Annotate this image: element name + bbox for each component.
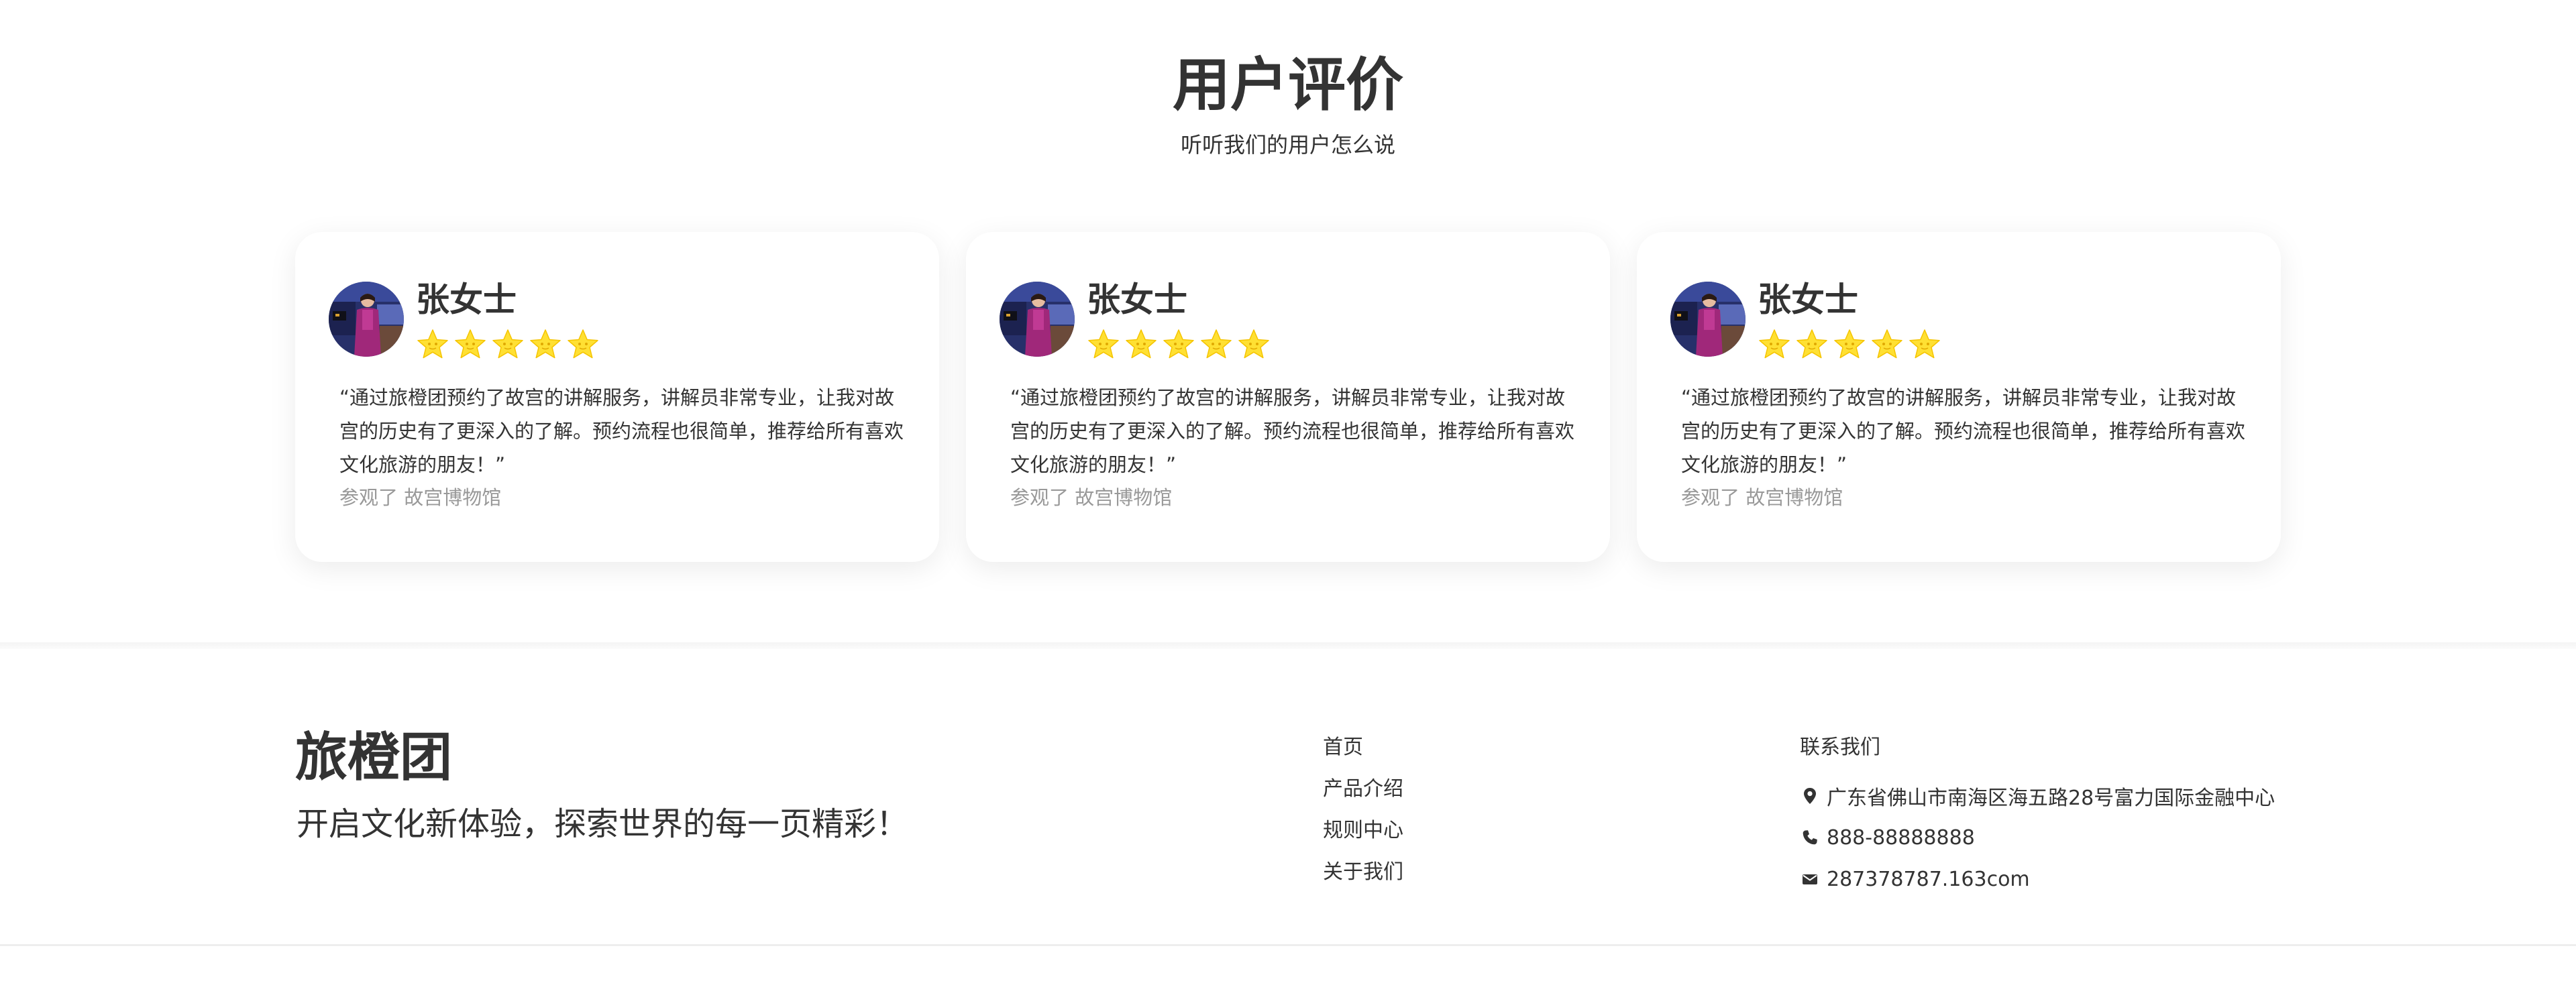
contact-heading: 联系我们 [1800,736,1880,759]
star-icon [1126,329,1157,359]
star-icon [1909,329,1940,359]
star-icon [1163,329,1194,359]
star-icon [1872,329,1902,359]
phone-icon [1803,830,1817,845]
star-icon [492,329,523,359]
map-pin-icon [1804,788,1816,804]
brand-name: 旅橙团 [295,728,453,788]
reviews-section: 用户评价 听听我们的用户怎么说 张女士 “通过旅橙团预约了故宫的讲解服务，讲解员… [0,0,2576,642]
reviewer-name: 张女士 [1758,280,1858,319]
review-text: “通过旅橙团预约了故宫的讲解服务，讲解员非常专业，让我对故宫的历史有了更深入的了… [1681,386,2246,476]
review-text: “通过旅橙团预约了故宫的讲解服务，讲解员非常专业，让我对故宫的历史有了更深入的了… [339,386,904,476]
section-subtitle: 听听我们的用户怎么说 [1180,132,1395,158]
envelope-icon [1803,874,1817,884]
star-icon [1796,329,1827,359]
contact-address: 广东省佛山市南海区海五路28号富力国际金融中心 [1800,775,2275,817]
contact-phone: 888-88888888 [1800,817,2275,858]
address-text: 广东省佛山市南海区海五路28号富力国际金融中心 [1827,787,2275,810]
star-icon [568,329,598,359]
phone-text: 888-88888888 [1827,825,1975,850]
section-title: 用户评价 [1173,52,1403,119]
reviewer-name: 张女士 [1087,280,1187,319]
avatar [329,282,404,357]
footer-nav: 首页 产品介绍 规则中心 关于我们 [1323,734,1403,900]
star-rating [1087,328,1271,365]
footer-bottom-strip [0,946,2576,981]
star-icon [1088,329,1119,359]
avatar [1000,282,1075,357]
footer-link-about[interactable]: 关于我们 [1323,858,1403,900]
reviewer-name: 张女士 [416,280,517,319]
review-card: 张女士 “通过旅橙团预约了故宫的讲解服务，讲解员非常专业，让我对故宫的历史有了更… [295,232,939,562]
section-divider [0,642,2576,649]
contact-info: 联系我们 广东省佛山市南海区海五路28号富力国际金融中心 888-8888888… [1800,734,2275,900]
contact-email: 287378787.163com [1800,858,2275,900]
star-icon [1201,329,1232,359]
footer-link-home[interactable]: 首页 [1323,734,1403,775]
email-text: 287378787.163com [1827,867,2030,891]
review-card: 张女士 “通过旅橙团预约了故宫的讲解服务，讲解员非常专业，让我对故宫的历史有了更… [966,232,1610,562]
brand-slogan: 开启文化新体验，探索世界的每一页精彩！ [297,805,909,843]
star-icon [417,329,448,359]
footer: 旅橙团 开启文化新体验，探索世界的每一页精彩！ 首页 产品介绍 规则中心 关于我… [0,649,2576,944]
star-icon [1238,329,1269,359]
footer-link-products[interactable]: 产品介绍 [1323,775,1403,817]
star-rating [1758,328,1941,365]
review-text: “通过旅橙团预约了故宫的讲解服务，讲解员非常专业，让我对故宫的历史有了更深入的了… [1010,386,1575,476]
star-icon [1759,329,1790,359]
visited-location: 参观了 故宫博物馆 [1681,486,1843,509]
review-card: 张女士 “通过旅橙团预约了故宫的讲解服务，讲解员非常专业，让我对故宫的历史有了更… [1637,232,2281,562]
visited-location: 参观了 故宫博物馆 [1010,486,1173,509]
star-icon [530,329,561,359]
star-icon [1834,329,1865,359]
footer-link-rules[interactable]: 规则中心 [1323,817,1403,858]
star-rating [416,328,600,365]
star-icon [455,329,486,359]
visited-location: 参观了 故宫博物馆 [339,486,502,509]
avatar [1670,282,1746,357]
